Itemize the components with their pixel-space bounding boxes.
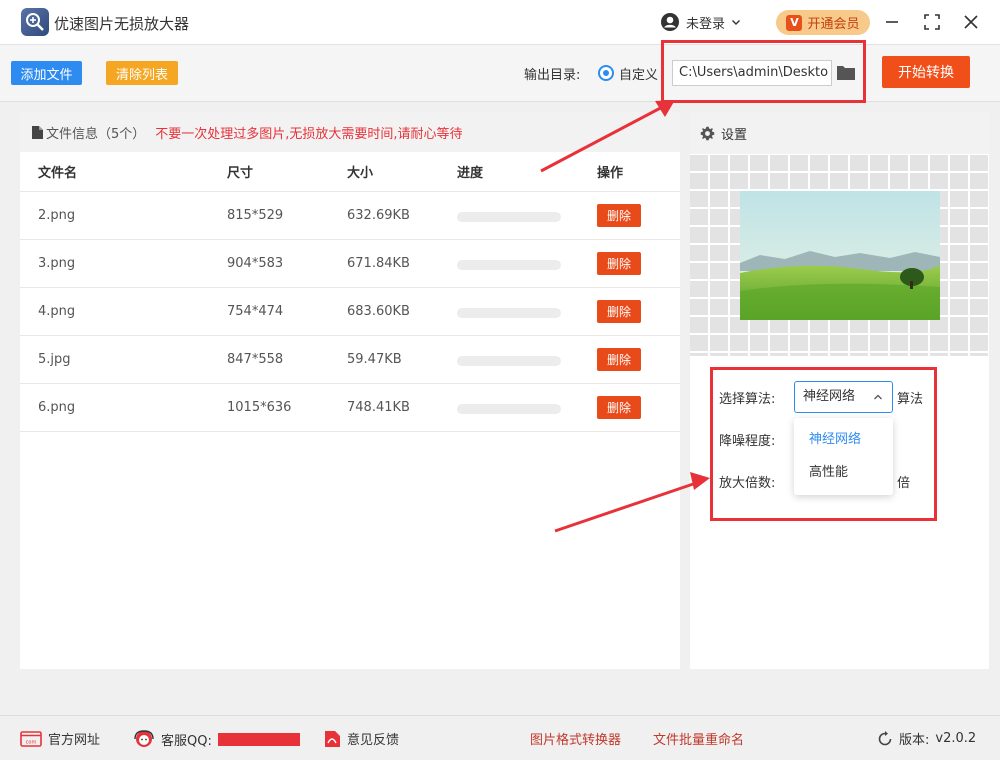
app-logo-icon <box>21 8 49 36</box>
row-dimensions: 904*583 <box>227 256 284 271</box>
feedback-label: 意见反馈 <box>347 733 400 748</box>
file-info-header: 文件信息（5个） 不要一次处理过多图片,无损放大需要时间,请耐心等待 <box>20 112 680 152</box>
delete-button[interactable]: 删除 <box>597 396 641 419</box>
scale-suffix: 倍 <box>897 476 911 491</box>
refresh-icon <box>878 730 892 745</box>
preview-image <box>740 191 940 320</box>
algorithm-select[interactable]: 神经网络 <box>794 381 893 413</box>
delete-button[interactable]: 删除 <box>597 204 641 227</box>
row-progress-bar <box>457 212 561 222</box>
delete-button[interactable]: 删除 <box>597 300 641 323</box>
dropdown-option-neural[interactable]: 神经网络 <box>794 425 893 455</box>
vip-badge-icon: V <box>786 14 803 31</box>
row-filesize: 748.41KB <box>347 400 410 415</box>
col-progress: 进度 <box>457 166 484 181</box>
format-converter-link[interactable]: 图片格式转换器 <box>530 729 621 748</box>
row-progress-bar <box>457 260 561 270</box>
login-label: 未登录 <box>686 16 726 32</box>
row-filesize: 59.47KB <box>347 352 402 367</box>
vip-label: 开通会员 <box>807 17 860 32</box>
row-progress-bar <box>457 356 561 366</box>
close-button[interactable] <box>961 12 981 32</box>
batch-rename-link[interactable]: 文件批量重命名 <box>653 729 744 748</box>
row-progress-bar <box>457 308 561 318</box>
table-row: 6.png 1015*636 748.41KB 删除 <box>20 383 680 431</box>
minimize-icon <box>886 21 898 23</box>
row-dimensions: 847*558 <box>227 352 284 367</box>
customer-service-qq[interactable]: 客服QQ: <box>133 729 300 749</box>
table-divider <box>20 431 680 432</box>
denoise-label: 降噪程度: <box>719 434 776 449</box>
minimize-button[interactable] <box>882 12 902 32</box>
user-icon <box>661 13 679 31</box>
official-site-label: 官方网址 <box>48 733 101 748</box>
title-bar: 优速图片无损放大器 未登录 V 开通会员 <box>0 0 1000 44</box>
svg-text:com: com <box>26 739 37 745</box>
website-icon: com <box>20 730 42 747</box>
algorithm-suffix: 算法 <box>897 392 924 407</box>
custom-dir-label: 自定义 <box>619 68 659 83</box>
table-row: 3.png 904*583 671.84KB 删除 <box>20 239 680 287</box>
vip-button[interactable]: V 开通会员 <box>776 10 870 35</box>
file-list-panel: 文件信息（5个） 不要一次处理过多图片,无损放大需要时间,请耐心等待 文件名 尺… <box>20 112 680 669</box>
clear-list-button[interactable]: 清除列表 <box>106 61 178 85</box>
format-converter-label: 图片格式转换器 <box>530 733 622 748</box>
output-dir-label: 输出目录: <box>524 68 581 83</box>
file-count-label: 文件信息（5个） <box>46 126 146 142</box>
official-site-link[interactable]: com 官方网址 <box>20 729 100 748</box>
row-filesize: 632.69KB <box>347 208 410 223</box>
row-filesize: 671.84KB <box>347 256 410 271</box>
row-filename: 2.png <box>38 208 76 223</box>
row-filename: 4.png <box>38 304 76 319</box>
settings-panel: 设置 选择算法: 神经网络 算法 降噪程度: 放大倍数: 倍 神经网络 高性能 <box>690 112 989 669</box>
row-filename: 5.jpg <box>38 352 71 367</box>
qq-label: 客服QQ: <box>161 733 212 749</box>
gear-icon <box>700 126 715 140</box>
table-row: 5.jpg 847*558 59.47KB 删除 <box>20 335 680 383</box>
version-label: 版本: <box>899 733 930 748</box>
feedback-link[interactable]: 意见反馈 <box>324 729 399 748</box>
algorithm-dropdown: 神经网络 高性能 <box>794 418 893 495</box>
maximize-button[interactable] <box>922 12 942 32</box>
batch-rename-label: 文件批量重命名 <box>653 733 745 748</box>
service-avatar-icon <box>134 730 154 747</box>
row-filename: 3.png <box>38 256 76 271</box>
row-progress-bar <box>457 404 561 414</box>
settings-title: 设置 <box>721 127 748 143</box>
scale-label: 放大倍数: <box>719 476 776 491</box>
col-dimensions: 尺寸 <box>227 166 254 181</box>
warning-text: 不要一次处理过多图片,无损放大需要时间,请耐心等待 <box>155 126 463 142</box>
row-dimensions: 1015*636 <box>227 400 292 415</box>
row-dimensions: 754*474 <box>227 304 284 319</box>
col-filename: 文件名 <box>38 166 78 181</box>
close-icon <box>964 15 978 29</box>
algorithm-value: 神经网络 <box>803 389 856 404</box>
row-dimensions: 815*529 <box>227 208 284 223</box>
dropdown-option-performance[interactable]: 高性能 <box>794 458 893 488</box>
add-file-button[interactable]: 添加文件 <box>11 61 82 85</box>
settings-header: 设置 <box>690 112 989 154</box>
file-icon <box>32 125 43 139</box>
version-info: 版本: v2.0.2 <box>877 729 976 748</box>
table-row: 2.png 815*529 632.69KB 删除 <box>20 191 680 239</box>
highlight-box-output <box>661 40 866 103</box>
login-menu[interactable]: 未登录 <box>660 11 741 33</box>
algorithm-label: 选择算法: <box>719 392 776 407</box>
version-number: v2.0.2 <box>935 731 977 746</box>
col-size: 大小 <box>347 166 374 181</box>
custom-dir-radio[interactable] <box>598 65 614 81</box>
maximize-icon <box>924 14 940 30</box>
redacted-qq-number <box>217 732 300 746</box>
table-row: 4.png 754*474 683.60KB 删除 <box>20 287 680 335</box>
row-filename: 6.png <box>38 400 76 415</box>
col-action: 操作 <box>597 166 624 181</box>
row-filesize: 683.60KB <box>347 304 410 319</box>
delete-button[interactable]: 删除 <box>597 348 641 371</box>
start-convert-button[interactable]: 开始转换 <box>882 56 970 88</box>
delete-button[interactable]: 删除 <box>597 252 641 275</box>
app-title: 优速图片无损放大器 <box>54 15 190 33</box>
footer-bar: com 官方网址 客服QQ: 意见反馈 图片格式转换器 文件批量重命名 版本: … <box>0 715 1000 760</box>
chevron-down-icon <box>732 20 741 25</box>
feedback-icon <box>325 730 340 747</box>
